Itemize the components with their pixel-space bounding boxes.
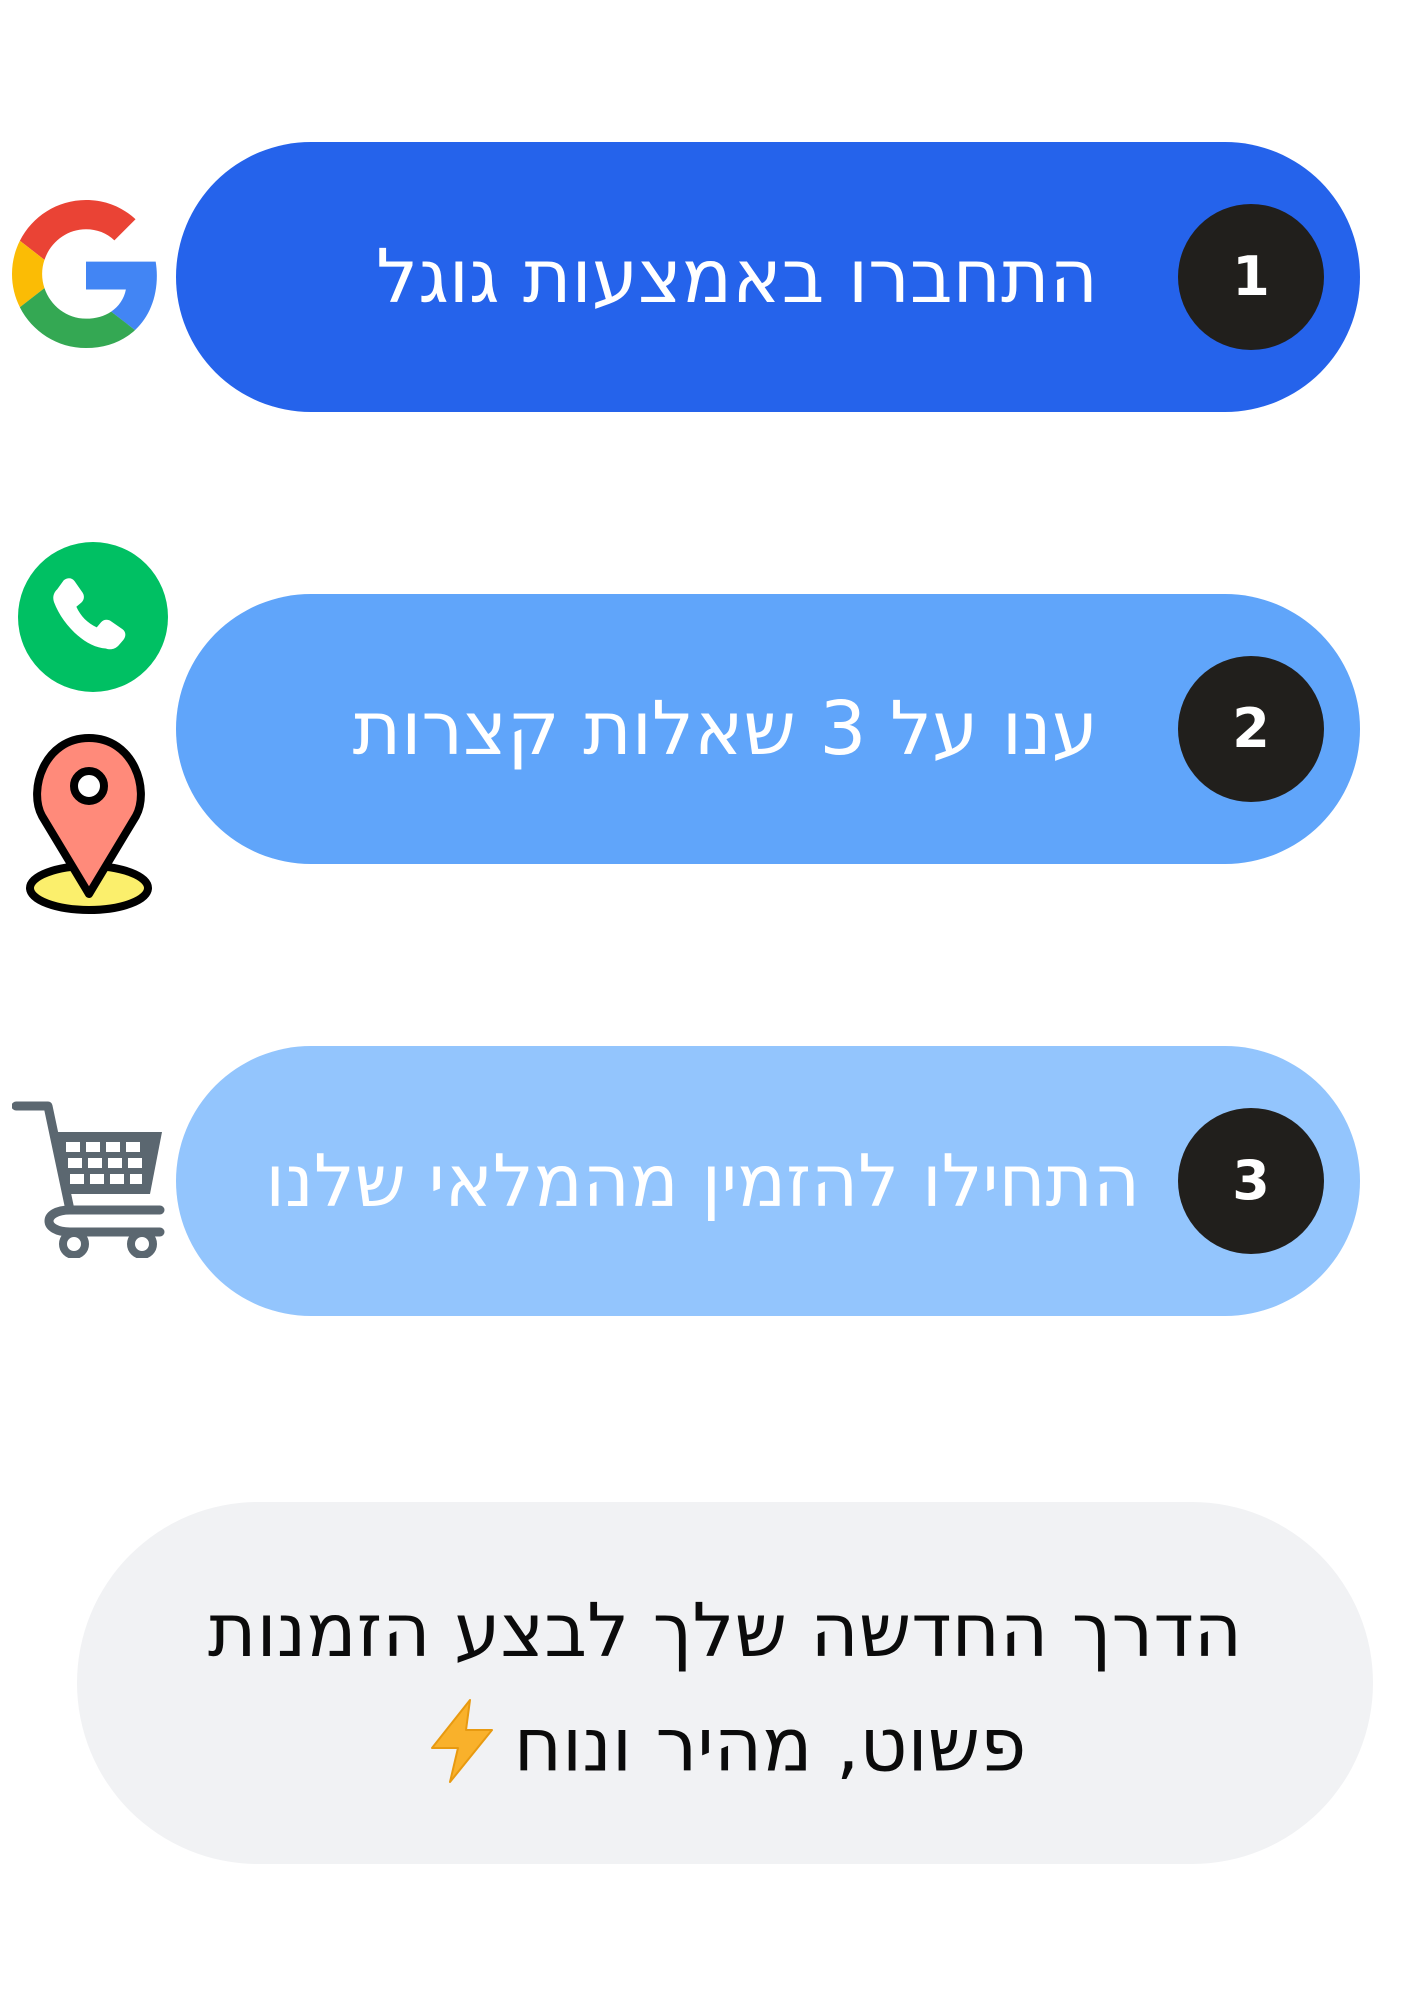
footer-card: הדרך החדשה שלך לבצע הזמנות פשוט, מהיר ונ… — [77, 1502, 1373, 1864]
step-3-number-badge: 3 — [1178, 1108, 1324, 1254]
step-3-label: התחילו להזמין מהמלאי שלנו — [265, 1139, 1140, 1223]
footer-line-2-wrap: פשוט, מהיר ונוח — [77, 1698, 1373, 1802]
step-1-number-badge: 1 — [1178, 204, 1324, 350]
footer-line-2: פשוט, מהיר ונוח — [513, 1702, 1027, 1789]
step-2-pill[interactable]: ענו על 3 שאלות קצרות 2 — [176, 594, 1360, 864]
map-pin-icon — [24, 728, 154, 918]
footer-line-1: הדרך החדשה שלך לבצע הזמנות — [207, 1588, 1243, 1674]
phone-icon — [18, 542, 168, 692]
shopping-cart-icon — [11, 1098, 168, 1259]
step-2-label: ענו על 3 שאלות קצרות — [352, 686, 1098, 772]
step-2-number-badge: 2 — [1178, 656, 1324, 802]
google-g-icon — [12, 200, 160, 348]
step-1-label: התחברו באמצעות גוגל — [376, 234, 1098, 320]
step-1-pill[interactable]: התחברו באמצעות גוגל 1 — [176, 142, 1360, 412]
lightning-icon — [424, 1698, 500, 1802]
step-3-pill[interactable]: התחילו להזמין מהמלאי שלנו 3 — [176, 1046, 1360, 1316]
